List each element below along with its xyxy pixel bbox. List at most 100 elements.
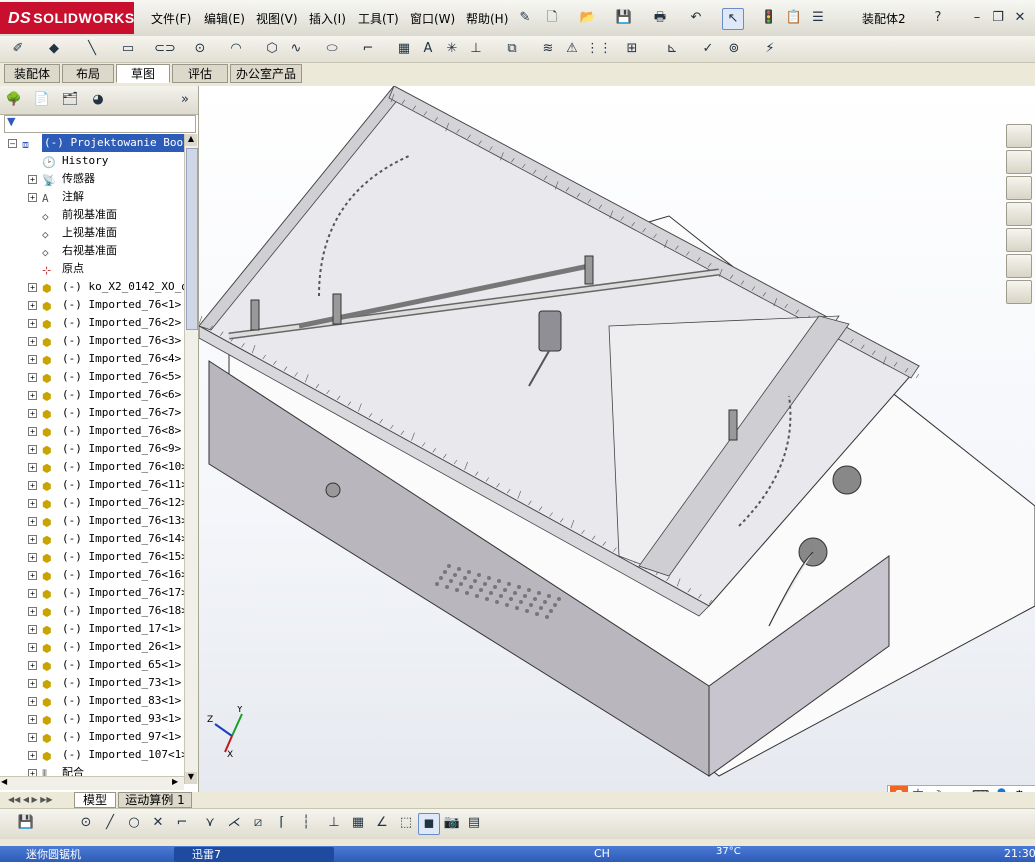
rectangle-icon[interactable]: ▭ xyxy=(118,39,138,59)
construction-tool-icon[interactable]: ┆ xyxy=(296,813,316,833)
text-icon[interactable]: A xyxy=(418,39,438,59)
design-library-icon[interactable] xyxy=(1006,176,1032,200)
circle-tool-icon[interactable]: ○ xyxy=(124,813,144,833)
tab-assembly[interactable]: 装配体 xyxy=(4,64,60,83)
scroll-left-icon[interactable]: ◀ xyxy=(1,777,7,786)
taskbar-item-xunlei[interactable]: 迅雷7 xyxy=(174,847,334,862)
spline-icon[interactable]: ∿ xyxy=(286,39,306,59)
table-icon[interactable]: ▤ xyxy=(464,813,484,833)
tree-item[interactable]: + ⬢ (-) Imported_76<7> ( xyxy=(0,404,184,422)
tree-item[interactable]: + ⬢ (-) Imported_76<17> xyxy=(0,584,184,602)
menu-view[interactable]: 视图(V) xyxy=(256,10,298,27)
display-manager-icon[interactable]: ◕ xyxy=(88,90,108,110)
menu-edit[interactable]: 编辑(E) xyxy=(204,10,245,27)
tab-nav-arrows-icon[interactable]: ◀◀ ◀ ▶ ▶▶ xyxy=(8,795,53,804)
tab-motion-study[interactable]: 运动算例 1 xyxy=(118,792,192,808)
plane-icon[interactable]: ▦ xyxy=(394,39,414,59)
circle-icon[interactable]: ⊙ xyxy=(190,39,210,59)
expand-toggle-icon[interactable]: + xyxy=(28,445,37,454)
solidworks-logo[interactable]: DS SOLIDWORKS xyxy=(0,2,134,34)
tree-item[interactable]: + ⬢ (-) Imported_93<1> ( xyxy=(0,710,184,728)
smart-dimension-icon[interactable]: ✐ xyxy=(8,39,28,59)
repair-sketch-icon[interactable]: ✓ xyxy=(698,39,718,59)
tab-office-products[interactable]: 办公室产品 xyxy=(230,64,302,83)
rapid-sketch-icon[interactable]: ⚡ xyxy=(760,39,780,59)
offset-tool-icon[interactable]: ⧄ xyxy=(248,813,268,833)
custom-properties-icon[interactable] xyxy=(1006,280,1032,304)
tree-item[interactable]: + ⬢ (-) Imported_76<9> ( xyxy=(0,440,184,458)
sogou-ime-icon[interactable]: S xyxy=(890,786,908,792)
pattern-icon[interactable]: ⋮⋮ xyxy=(586,39,612,59)
select-cursor-icon[interactable]: ↖ xyxy=(722,8,744,30)
tree-item[interactable]: + ⬢ (-) Imported_73<1> ( xyxy=(0,674,184,692)
file-properties-icon[interactable]: 📋 xyxy=(784,8,804,28)
home-icon[interactable] xyxy=(1006,150,1032,174)
collapse-toggle-icon[interactable]: – xyxy=(8,139,17,148)
expand-toggle-icon[interactable]: + xyxy=(28,571,37,580)
tree-item[interactable]: + ⬢ (-) Imported_76<4> ( xyxy=(0,350,184,368)
scroll-down-icon[interactable]: ▼ xyxy=(185,772,197,784)
shaded-view-icon[interactable]: ◼ xyxy=(418,813,440,835)
arc-icon[interactable]: ◠ xyxy=(226,39,246,59)
expand-toggle-icon[interactable]: + xyxy=(28,535,37,544)
tree-item[interactable]: + ⬢ (-) Imported_26<1> ( xyxy=(0,638,184,656)
menu-insert[interactable]: 插入(I) xyxy=(309,10,346,27)
graphics-viewport[interactable]: 🔍 🔎 ↩ ▣ ⬚ ◧ 👓 🎨 🌐 🖥 ⊟ ⊞ – ❐ ✕ xyxy=(199,86,1035,792)
tree-item[interactable]: + ⬢ (-) Imported_76<11> xyxy=(0,476,184,494)
scroll-thumb[interactable] xyxy=(186,148,198,330)
extend-tool-icon[interactable]: ⌐ xyxy=(172,813,192,833)
move-entities-icon[interactable]: ⊞ xyxy=(622,39,642,59)
property-manager-icon[interactable]: 📄 xyxy=(32,90,52,110)
assembly-model-view[interactable] xyxy=(199,86,1035,792)
slot-icon[interactable]: ⊂⊃ xyxy=(154,39,176,59)
ime-toolbar[interactable]: S 中 ☽ •, ⌨ 👤 ⚙ xyxy=(887,785,1035,792)
expand-toggle-icon[interactable]: + xyxy=(28,337,37,346)
tab-sketch[interactable]: 草图 xyxy=(116,64,170,83)
tree-item[interactable]: + ⬢ (-) Imported_76<5> ( xyxy=(0,368,184,386)
settings-icon[interactable]: ⚙ xyxy=(1014,786,1025,792)
trim-tool-icon[interactable]: ✕ xyxy=(148,813,168,833)
expand-toggle-icon[interactable]: + xyxy=(28,409,37,418)
scroll-up-icon[interactable]: ▲ xyxy=(185,134,197,146)
tree-item[interactable]: + ⬢ (-) Imported_76<13> xyxy=(0,512,184,530)
expand-toggle-icon[interactable]: + xyxy=(28,715,37,724)
tree-filter[interactable]: ▼ xyxy=(4,115,196,133)
taskbar-item-mini-saw[interactable]: 迷你圆锯机 xyxy=(8,847,168,862)
grid-tool-icon[interactable]: ▦ xyxy=(348,813,368,833)
expand-toggle-icon[interactable]: + xyxy=(28,661,37,670)
open-folder-icon[interactable]: 📂 xyxy=(578,8,598,28)
tree-item[interactable]: + ⬢ (-) ko_X2_0142_XO_o_ xyxy=(0,278,184,296)
save-icon[interactable]: 💾 xyxy=(614,8,634,28)
fillet-tool-icon[interactable]: ⋎ xyxy=(200,813,220,833)
menu-window[interactable]: 窗口(W) xyxy=(410,10,455,27)
tree-item[interactable]: + ⬢ (-) Imported_76<8> ( xyxy=(0,422,184,440)
polygon-icon[interactable]: ⬡ xyxy=(262,39,282,59)
keyboard-icon[interactable]: ⌨ xyxy=(972,786,989,792)
tree-item[interactable]: + ⬢ (-) Imported_17<1> ( xyxy=(0,620,184,638)
punctuation-icon[interactable]: •, xyxy=(950,786,961,792)
rebuild-traffic-light-icon[interactable]: 🚦 xyxy=(759,8,779,28)
expand-toggle-icon[interactable]: + xyxy=(28,481,37,490)
line-tool-icon[interactable]: ╱ xyxy=(100,813,120,833)
tree-item[interactable]: + ⬢ (-) Imported_76<6> ( xyxy=(0,386,184,404)
quick-snaps-icon[interactable]: ⊚ xyxy=(724,39,744,59)
tree-item[interactable]: + ⬢ (-) Imported_76<15> xyxy=(0,548,184,566)
expand-toggle-icon[interactable]: + xyxy=(28,427,37,436)
tab-layout[interactable]: 布局 xyxy=(62,64,114,83)
expand-toggle-icon[interactable]: + xyxy=(28,355,37,364)
user-icon[interactable]: 👤 xyxy=(994,786,1009,792)
ime-mode-label[interactable]: 中 xyxy=(912,786,924,792)
new-document-icon[interactable]: 🗋 xyxy=(542,8,562,28)
expand-toggle-icon[interactable]: + xyxy=(28,301,37,310)
menu-file[interactable]: 文件(F) xyxy=(151,10,191,27)
file-explorer-icon[interactable] xyxy=(1006,202,1032,226)
tree-item[interactable]: + A 注解 xyxy=(0,188,184,206)
expand-toggle-icon[interactable]: + xyxy=(28,643,37,652)
tree-item[interactable]: + ⬢ (-) Imported_76<1> ( xyxy=(0,296,184,314)
tree-item[interactable]: + ⬢ (-) Imported_76<12> xyxy=(0,494,184,512)
tree-item[interactable]: + ⬢ (-) Imported_76<18> xyxy=(0,602,184,620)
tree-item[interactable]: + 📡 传感器 xyxy=(0,170,184,188)
expand-toggle-icon[interactable]: + xyxy=(28,193,37,202)
feature-manager-icon[interactable]: 🌳 xyxy=(4,90,24,110)
expand-toggle-icon[interactable]: + xyxy=(28,499,37,508)
